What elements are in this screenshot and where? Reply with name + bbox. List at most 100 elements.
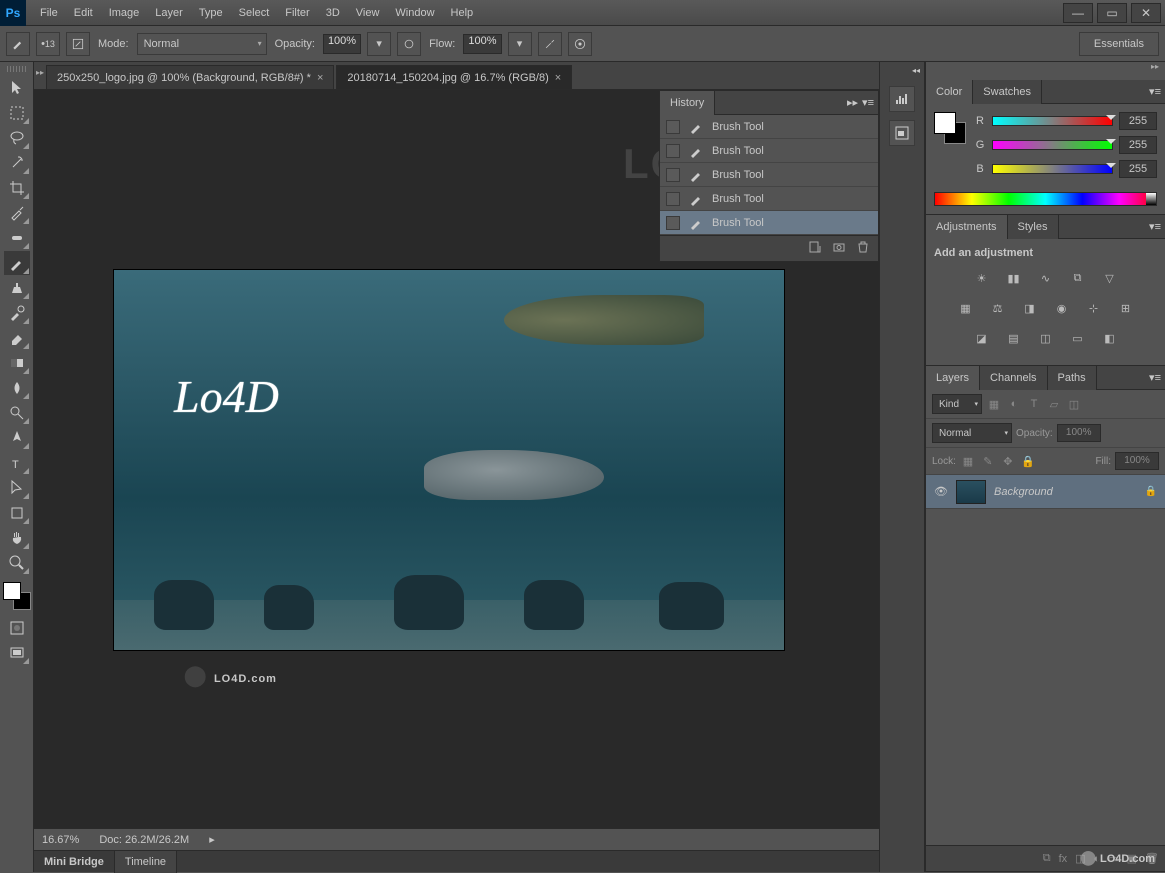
move-tool[interactable] <box>4 76 30 100</box>
exposure-icon[interactable]: ⧉ <box>1067 267 1089 289</box>
lock-position-icon[interactable]: ✥ <box>1000 453 1016 469</box>
color-spectrum[interactable] <box>934 192 1157 206</box>
menu-file[interactable]: File <box>32 0 66 26</box>
photo-filter-icon[interactable]: ◉ <box>1051 297 1073 319</box>
b-value[interactable]: 255 <box>1119 160 1157 178</box>
menu-window[interactable]: Window <box>387 0 442 26</box>
bw-icon[interactable]: ◨ <box>1019 297 1041 319</box>
maximize-button[interactable]: ▭ <box>1097 3 1127 23</box>
marquee-tool[interactable] <box>4 101 30 125</box>
hand-tool[interactable] <box>4 526 30 550</box>
filter-pixel-icon[interactable]: ▦ <box>986 396 1002 412</box>
lasso-tool[interactable] <box>4 126 30 150</box>
history-checkbox[interactable] <box>666 144 680 158</box>
filter-shape-icon[interactable]: ▱ <box>1046 396 1062 412</box>
menu-help[interactable]: Help <box>443 0 482 26</box>
pen-tool[interactable] <box>4 426 30 450</box>
filter-kind-dropdown[interactable]: Kind <box>932 394 982 414</box>
brush-preset-picker[interactable]: •13 <box>36 32 60 56</box>
pressure-size-toggle[interactable] <box>568 32 592 56</box>
document-tab[interactable]: 20180714_150204.jpg @ 16.7% (RGB/8) × <box>336 65 572 89</box>
levels-icon[interactable]: ▮▮ <box>1003 267 1025 289</box>
menu-view[interactable]: View <box>348 0 388 26</box>
posterize-icon[interactable]: ▤ <box>1003 327 1025 349</box>
navigator-icon[interactable] <box>889 120 915 146</box>
visibility-icon[interactable]: 👁 <box>934 485 948 498</box>
collapse-icon[interactable]: ◂◂ <box>912 66 920 75</box>
menu-filter[interactable]: Filter <box>277 0 317 26</box>
document-info[interactable]: Doc: 26.2M/26.2M <box>99 834 189 846</box>
menu-type[interactable]: Type <box>191 0 231 26</box>
magic-wand-tool[interactable] <box>4 151 30 175</box>
brush-tool[interactable] <box>4 251 30 275</box>
healing-brush-tool[interactable] <box>4 226 30 250</box>
snapshot-icon[interactable] <box>832 240 846 257</box>
history-item[interactable]: Brush Tool <box>660 187 878 211</box>
layer-style-icon[interactable]: fx <box>1059 853 1068 865</box>
adjustments-tab[interactable]: Adjustments <box>926 215 1008 239</box>
opacity-input[interactable]: 100% <box>323 34 361 54</box>
airbrush-toggle[interactable] <box>538 32 562 56</box>
r-value[interactable]: 255 <box>1119 112 1157 130</box>
channels-tab[interactable]: Channels <box>980 366 1047 390</box>
history-item[interactable]: Brush Tool <box>660 139 878 163</box>
panel-menu-icon[interactable]: ▾≡ <box>1149 85 1161 98</box>
tool-preset-picker[interactable] <box>6 32 30 56</box>
quick-mask-toggle[interactable] <box>4 616 30 640</box>
canvas[interactable]: Lo4D <box>114 270 784 650</box>
history-tab[interactable]: History <box>660 91 715 115</box>
blend-mode-dropdown[interactable]: Normal <box>932 423 1012 443</box>
curves-icon[interactable]: ∿ <box>1035 267 1057 289</box>
eyedropper-tool[interactable] <box>4 201 30 225</box>
history-checkbox[interactable] <box>666 168 680 182</box>
history-item[interactable]: Brush Tool <box>660 115 878 139</box>
gradient-map-icon[interactable]: ▭ <box>1067 327 1089 349</box>
color-tab[interactable]: Color <box>926 80 973 104</box>
vibrance-icon[interactable]: ▽ <box>1099 267 1121 289</box>
histogram-icon[interactable] <box>889 86 915 112</box>
dodge-tool[interactable] <box>4 401 30 425</box>
panel-menu-icon[interactable]: ▾≡ <box>1149 371 1161 384</box>
layer-row[interactable]: 👁 Background 🔒 <box>926 475 1165 509</box>
panel-menu-icon[interactable]: ▾≡ <box>1149 220 1161 233</box>
delete-icon[interactable] <box>856 240 870 257</box>
history-checkbox[interactable] <box>666 216 680 230</box>
menu-image[interactable]: Image <box>101 0 148 26</box>
document-tab[interactable]: 250x250_logo.jpg @ 100% (Background, RGB… <box>46 65 334 89</box>
color-balance-icon[interactable]: ⚖ <box>987 297 1009 319</box>
r-slider[interactable] <box>992 116 1113 126</box>
panel-grip[interactable] <box>7 66 27 72</box>
history-checkbox[interactable] <box>666 192 680 206</box>
path-selection-tool[interactable] <box>4 476 30 500</box>
layer-name[interactable]: Background <box>994 486 1137 498</box>
paths-tab[interactable]: Paths <box>1048 366 1097 390</box>
lookup-icon[interactable]: ⊞ <box>1115 297 1137 319</box>
expand-tabs-icon[interactable]: ▸▸ <box>36 68 44 77</box>
close-button[interactable]: ✕ <box>1131 3 1161 23</box>
history-checkbox[interactable] <box>666 120 680 134</box>
b-slider[interactable] <box>992 164 1113 174</box>
brush-panel-toggle[interactable] <box>66 32 90 56</box>
expand-panels-icon[interactable]: ▸▸ <box>926 62 1165 80</box>
selective-color-icon[interactable]: ◧ <box>1099 327 1121 349</box>
crop-tool[interactable] <box>4 176 30 200</box>
invert-icon[interactable]: ◪ <box>971 327 993 349</box>
threshold-icon[interactable]: ◫ <box>1035 327 1057 349</box>
canvas-viewport[interactable]: LO4D.com Lo4D ⬤ LO4D.com History ▸▸▾≡ Br… <box>34 90 879 828</box>
swatches-tab[interactable]: Swatches <box>973 80 1042 104</box>
new-document-icon[interactable] <box>808 240 822 257</box>
blur-tool[interactable] <box>4 376 30 400</box>
layer-thumbnail[interactable] <box>956 480 986 504</box>
opacity-dropdown[interactable]: ▾ <box>367 32 391 56</box>
menu-edit[interactable]: Edit <box>66 0 101 26</box>
timeline-tab[interactable]: Timeline <box>115 851 177 873</box>
collapse-icon[interactable]: ▸▸ <box>847 96 858 109</box>
lock-transparency-icon[interactable]: ▦ <box>960 453 976 469</box>
zoom-tool[interactable] <box>4 551 30 575</box>
tab-close-icon[interactable]: × <box>555 72 561 84</box>
pressure-opacity-toggle[interactable] <box>397 32 421 56</box>
minimize-button[interactable]: — <box>1063 3 1093 23</box>
fill-value[interactable]: 100% <box>1115 452 1159 470</box>
filter-type-icon[interactable]: T <box>1026 396 1042 412</box>
screen-mode-toggle[interactable] <box>4 641 30 665</box>
